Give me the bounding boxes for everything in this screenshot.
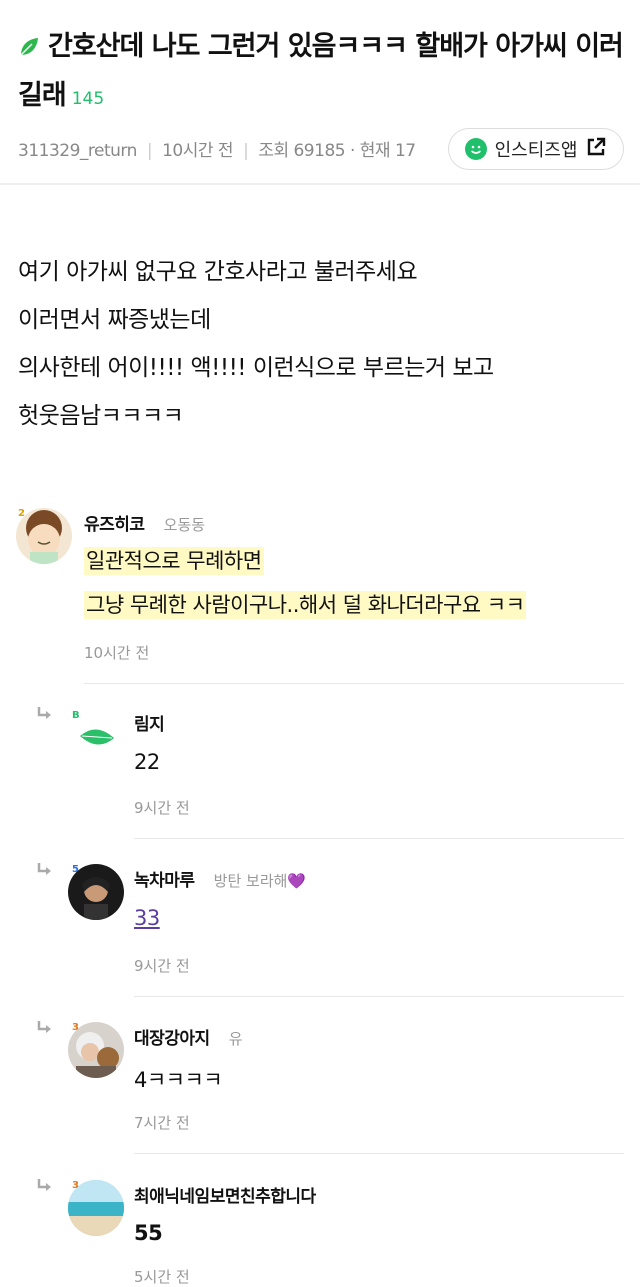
body-line: 이러면서 짜증냈는데 — [18, 307, 211, 333]
comment-count[interactable]: 145 — [72, 89, 104, 109]
comment-text-link[interactable]: 33 — [134, 906, 160, 930]
comment-tag: 오동동 — [163, 516, 206, 534]
smile-icon — [464, 138, 487, 160]
header-divider — [0, 183, 640, 185]
level-badge: 3 — [72, 1180, 79, 1191]
comment-author[interactable]: 유즈히코 — [84, 515, 145, 535]
comment-header: 유즈히코 오동동 — [84, 510, 205, 535]
view-count: 조회 69185 · 현재 17 — [258, 141, 416, 161]
comment-text: 4ㅋㅋㅋㅋ — [134, 1068, 223, 1092]
reply-arrow-icon — [36, 1178, 54, 1194]
comment-tag: 방탄 보라해💜 — [213, 872, 307, 890]
comment-time: 7시간 전 — [134, 1114, 190, 1132]
comment-divider — [84, 683, 624, 684]
comment-time: 9시간 전 — [134, 957, 190, 975]
comment-text: 일관적으로 무례하면 — [84, 547, 264, 575]
comment-author[interactable]: 최애닉네임보면친추합니다 — [134, 1182, 316, 1207]
post-time: 10시간 전 — [162, 141, 234, 161]
meta-separator: | — [243, 141, 249, 161]
comment-author[interactable]: 녹차마루 — [134, 871, 195, 891]
level-badge: 3 — [72, 1022, 79, 1033]
post-meta: 311329_return | 10시간 전 | 조회 69185 · 현재 17 — [18, 136, 416, 161]
comment-time: 9시간 전 — [134, 799, 190, 817]
comment-tag: 유 — [228, 1030, 243, 1048]
reply-arrow-icon — [36, 706, 54, 722]
reply-arrow-icon — [36, 1020, 54, 1036]
comment-divider — [134, 1153, 624, 1154]
comment-time: 10시간 전 — [84, 644, 150, 662]
comment-author[interactable]: 림지 — [134, 710, 165, 735]
comment-author[interactable]: 대장강아지 — [134, 1029, 210, 1049]
body-line: 여기 아가씨 없구요 간호사라고 불러주세요 — [18, 259, 418, 285]
external-link-icon — [585, 136, 607, 163]
comment-divider — [134, 838, 624, 839]
post-body: 여기 아가씨 없구요 간호사라고 불러주세요 이러면서 짜증냈는데 의사한테 어… — [18, 248, 494, 440]
app-button-label: 인스티즈앱 — [494, 140, 578, 161]
instiz-app-button[interactable]: 인스티즈앱 — [448, 128, 624, 170]
body-line: 의사한테 어이!!!! 액!!!! 이런식으로 부르는거 보고 — [18, 355, 494, 381]
body-line: 헛웃음남ㅋㅋㅋㅋ — [18, 403, 184, 429]
reply-arrow-icon — [36, 862, 54, 878]
comment-divider — [134, 996, 624, 997]
highlighted-line: 일관적으로 무례하면 — [84, 547, 264, 575]
level-badge: 5 — [72, 864, 79, 875]
comment-time: 5시간 전 — [134, 1268, 190, 1286]
comment-text: 22 — [134, 750, 160, 774]
post-title: 간호산데 나도 그런거 있음ㅋㅋㅋ 할배가 아가씨 이러길래 145 — [18, 24, 628, 122]
leaf-icon — [18, 27, 40, 73]
comment-header: 대장강아지 유 — [134, 1024, 243, 1049]
comment-text: 55 — [134, 1221, 163, 1245]
post-title-text: 간호산데 나도 그런거 있음ㅋㅋㅋ 할배가 아가씨 이러길래 — [18, 31, 624, 111]
comment-text: 그냥 무례한 사람이구나..해서 덜 화나더라구요 ㅋㅋ — [84, 591, 527, 619]
comment-header: 녹차마루 방탄 보라해💜 — [134, 866, 306, 891]
level-badge: B — [72, 710, 80, 721]
highlighted-line: 그냥 무례한 사람이구나..해서 덜 화나더라구요 ㅋㅋ — [84, 591, 527, 619]
meta-separator: | — [146, 141, 153, 161]
author-name[interactable]: 311329_return — [18, 141, 137, 161]
level-badge: 2 — [18, 508, 25, 519]
